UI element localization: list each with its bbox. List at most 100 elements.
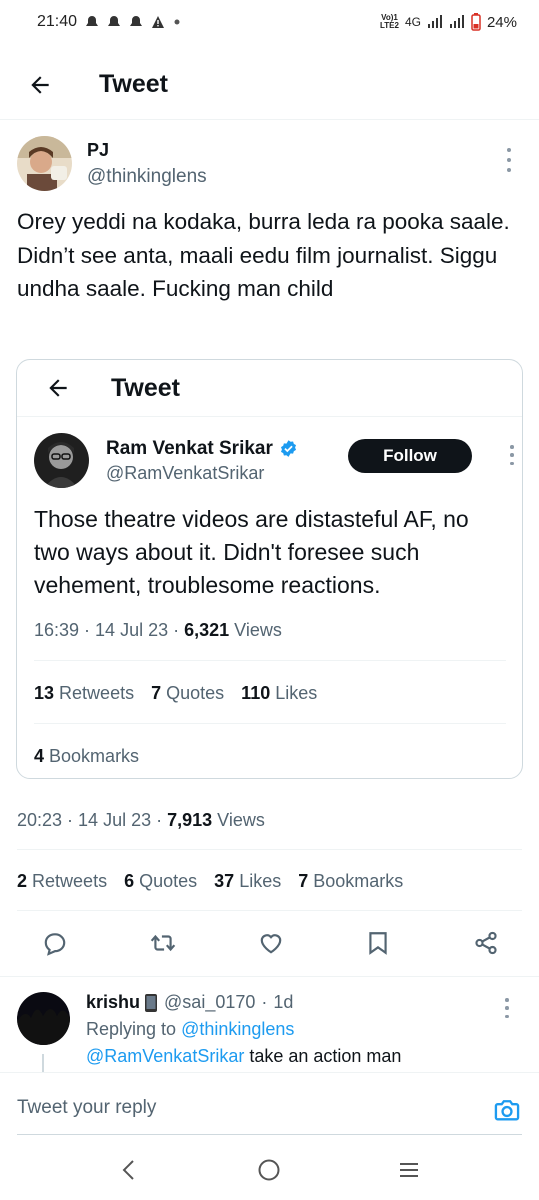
reply-age: 1d [273,992,294,1012]
reply-composer [0,1072,539,1136]
more-dot [505,1006,509,1010]
quoted-more-icon [504,445,520,465]
tweet-stats: 2 Retweets 6 Quotes 37 Likes 7 Bookmarks [17,871,403,892]
tweet-views-label[interactable]: Views [217,810,265,830]
replying-to-link[interactable]: @thinkinglens [181,1019,294,1039]
warning-icon [152,16,165,28]
author-handle[interactable]: @thinkinglens [87,166,207,188]
status-bar: 21:40 Vo)1 LTE2 4G 24% [0,0,539,44]
signal-icon [449,15,464,28]
chevron-left-icon [122,1160,134,1180]
quoted-avatar-image [34,433,89,488]
quoted-time: 16:39 [34,620,80,640]
arrow-left-icon [31,75,49,94]
quoted-names: Ram Venkat Srikar @RamVenkatSrikar [106,438,298,484]
quoted-likes: 110 Likes [241,683,318,703]
retweets-stat[interactable]: 2 Retweets [17,871,107,892]
follow-button: Follow [348,439,472,473]
system-navigation-bar [0,1140,539,1200]
quoted-meta: 16:39 · 14 Jul 23 · 6,321 Views [34,620,282,640]
share-button[interactable] [472,929,500,957]
bookmark-icon [369,932,387,955]
quoted-avatar [34,433,89,488]
quoted-author-name: Ram Venkat Srikar [106,437,273,459]
more-dot [505,1014,509,1018]
more-dot [510,461,514,465]
reply-avatar[interactable] [17,992,70,1045]
divider [34,660,506,661]
tweet-views-count: 7,913 [167,810,213,830]
reply-input[interactable] [17,1093,457,1123]
system-recents-button[interactable] [389,1150,429,1190]
divider [0,976,539,977]
page-title: Tweet [99,70,168,98]
back-button[interactable] [20,65,60,105]
likes-stat[interactable]: 37 Likes [214,871,281,892]
quoted-views-count: 6,321 [184,620,230,640]
more-dot [510,445,514,449]
home-circle-icon [258,1159,280,1181]
quoted-bookmarks: 4 Bookmarks [34,746,140,766]
share-icon [475,931,497,955]
more-dot [507,168,511,172]
network-type: 4G [404,15,421,29]
quoted-name-row: Ram Venkat Srikar [106,438,298,460]
mention-link[interactable]: @RamVenkatSrikar [86,1046,244,1066]
system-home-button[interactable] [249,1150,289,1190]
thread-line [42,1054,44,1074]
retweet-icon [150,934,175,952]
verified-badge-icon [280,440,296,457]
replying-to: Replying to @thinkinglens [86,1019,295,1039]
bookmarks-stat[interactable]: 7 Bookmarks [298,871,403,892]
tweet-meta: 20:23 · 14 Jul 23 · 7,913 Views [17,810,265,830]
quoted-date: 14 Jul 23 [95,620,169,640]
reply-author-name[interactable]: krishu [86,992,140,1013]
divider [17,910,522,911]
divider [34,723,506,724]
tweet-image[interactable]: Tweet Ram Venkat Srikar @RamVenkatSrikar… [16,359,523,779]
phone-emoji-icon [145,993,158,1012]
camera-button[interactable] [492,1095,522,1125]
app-header: Tweet [0,50,539,120]
quoted-author-handle: @RamVenkatSrikar [106,462,265,483]
reply-button[interactable] [41,929,69,957]
notification-icon [86,16,99,26]
notification-icon [130,16,143,26]
more-dot [507,158,511,162]
quotes-stat[interactable]: 6 Quotes [124,871,197,892]
network-label: Vo)1 LTE2 [379,13,399,30]
reply-author-handle[interactable]: @sai_0170 [164,992,255,1013]
reply-avatar-image [17,992,70,1045]
tweet-text: Orey yeddi na kodaka, burra leda ra pook… [17,209,510,301]
quoted-header: Tweet [17,360,522,417]
like-button[interactable] [257,929,285,957]
quoted-stats: 13 Retweets 7 Quotes 110 Likes [34,683,317,704]
composer-underline [17,1134,522,1135]
menu-icon [400,1163,419,1177]
action-bar [17,923,522,963]
system-back-button[interactable] [110,1150,150,1190]
more-options-button[interactable] [499,148,519,172]
author-name[interactable]: PJ [87,140,207,161]
signal-icon [427,15,442,28]
status-left: 21:40 [37,13,181,31]
battery-level: 24% [486,13,517,31]
more-dot [510,453,514,457]
notification-icon [108,16,121,26]
reply-icon [44,933,66,956]
quoted-quotes: 7 Quotes [151,683,225,703]
reply-more-options-button[interactable] [499,998,515,1018]
author-names: PJ @thinkinglens [87,140,207,191]
retweet-button[interactable] [149,929,177,957]
avatar-image [17,136,72,191]
like-icon [260,934,281,954]
reply-header: krishu @sai_0170 · 1d [86,992,516,1013]
tweet-author: PJ @thinkinglens [17,136,527,191]
arrow-left-icon [49,379,67,397]
tweet-date: 14 Jul 23 [78,810,152,830]
separator-dot: · [261,992,268,1012]
quoted-tweet-text: Those theatre videos are distasteful AF,… [34,506,469,598]
bookmark-button[interactable] [364,929,392,957]
avatar[interactable] [17,136,72,191]
tweet-time: 20:23 [17,810,63,830]
